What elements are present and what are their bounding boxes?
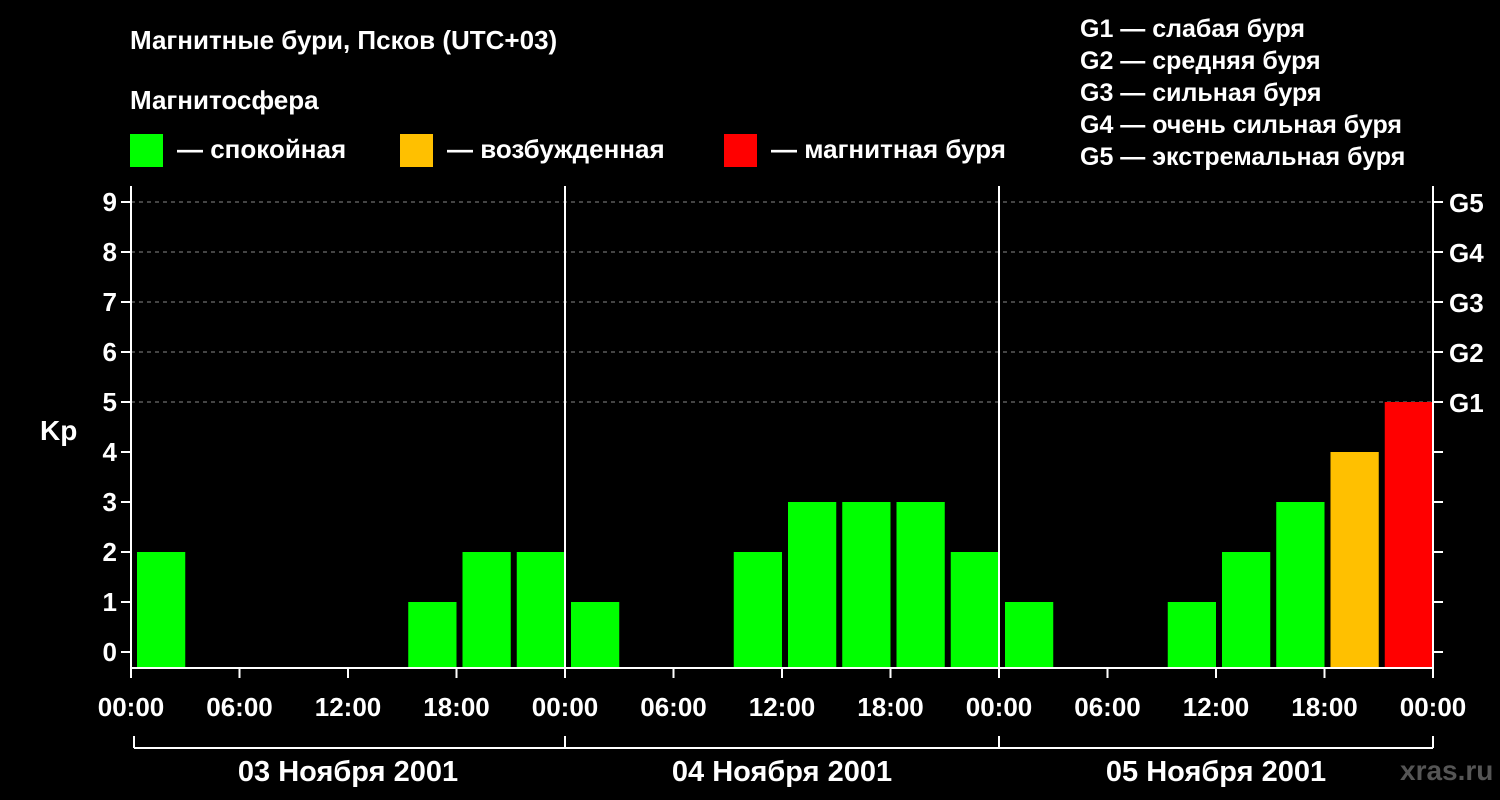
- kp-bar: [1384, 402, 1433, 668]
- kp-bar: [571, 602, 620, 668]
- legend-swatch-calm: [130, 134, 163, 167]
- kp-bar: [788, 502, 837, 668]
- kp-bar: [950, 552, 999, 668]
- legend-swatch-excited: [400, 134, 433, 167]
- magnetosphere-subtitle: Магнитосфера: [130, 85, 319, 115]
- g-scale-legend: G1 — слабая буря G2 — средняя буря G3 — си…: [1080, 15, 1405, 171]
- g-legend-item: G3 — сильная буря: [1080, 79, 1322, 107]
- y-tick-label: 3: [103, 487, 117, 517]
- x-tick-label: 06:00: [640, 692, 707, 722]
- y-tick-label: 2: [103, 537, 117, 567]
- g-legend-item: G1 — слабая буря: [1080, 15, 1305, 43]
- x-tick-label: 00:00: [966, 692, 1033, 722]
- y-tick-label: 5: [103, 387, 117, 417]
- x-tick-label: 12:00: [315, 692, 382, 722]
- x-tick-label: 06:00: [1074, 692, 1141, 722]
- kp-chart: Магнитные бури, Псков (UTC+03) Магнитосф…: [40, 15, 1493, 788]
- x-tick-label: 00:00: [1400, 692, 1467, 722]
- chart-title: Магнитные бури, Псков (UTC+03): [130, 25, 557, 55]
- kp-bar: [1276, 502, 1325, 668]
- y-tick-label: 7: [103, 287, 117, 317]
- kp-bar: [842, 502, 891, 668]
- x-tick-label: 12:00: [749, 692, 816, 722]
- y-tick-label: 8: [103, 237, 117, 267]
- legend-swatch-storm: [724, 134, 757, 167]
- x-tick-label: 06:00: [206, 692, 273, 722]
- date-label: 03 Ноября 2001: [238, 756, 458, 788]
- x-tick-label: 00:00: [98, 692, 165, 722]
- kp-bar: [137, 552, 186, 668]
- legend-label-calm: — спокойная: [177, 134, 346, 164]
- g-level-label: G5: [1449, 188, 1484, 218]
- kp-bar: [1330, 452, 1379, 668]
- legend: — спокойная — возбужденная — магнитная бур…: [130, 134, 1006, 167]
- y-tick-label: 6: [103, 337, 117, 367]
- g-level-label: G3: [1449, 288, 1484, 318]
- kp-bar: [408, 602, 457, 668]
- x-tick-label: 12:00: [1183, 692, 1250, 722]
- g-legend-item: G2 — средняя буря: [1080, 47, 1321, 75]
- kp-bar: [1005, 602, 1054, 668]
- kp-bar: [1167, 602, 1216, 668]
- y-tick-label: 4: [103, 437, 118, 467]
- date-label: 04 Ноября 2001: [672, 756, 892, 788]
- g-level-label: G1: [1449, 388, 1484, 418]
- y-tick-label: 1: [103, 587, 117, 617]
- g-level-label: G4: [1449, 238, 1484, 268]
- kp-bar: [516, 552, 565, 668]
- legend-label-excited: — возбужденная: [447, 134, 665, 164]
- g-level-label: G2: [1449, 338, 1484, 368]
- kp-bar: [896, 502, 945, 668]
- y-axis-label: Kp: [40, 415, 77, 446]
- plot-area: 0 1 2 3 4 5 6 7 8 9 G1 G2 G3 G4 G5 00:00 06:00 12:00 18:00…: [98, 186, 1484, 788]
- g-legend-item: G4 — очень сильная буря: [1080, 111, 1402, 139]
- legend-label-storm: — магнитная буря: [771, 134, 1006, 164]
- date-label: 05 Ноября 2001: [1106, 756, 1326, 788]
- kp-bar: [1222, 552, 1271, 668]
- g-legend-item: G5 — экстремальная буря: [1080, 143, 1405, 171]
- kp-bar: [733, 552, 782, 668]
- watermark: xras.ru: [1400, 755, 1493, 786]
- kp-bar: [462, 552, 511, 668]
- x-tick-label: 18:00: [857, 692, 924, 722]
- y-tick-label: 0: [103, 637, 117, 667]
- y-tick-label: 9: [103, 187, 117, 217]
- x-tick-label: 18:00: [1291, 692, 1358, 722]
- x-tick-label: 18:00: [423, 692, 490, 722]
- x-tick-label: 00:00: [532, 692, 599, 722]
